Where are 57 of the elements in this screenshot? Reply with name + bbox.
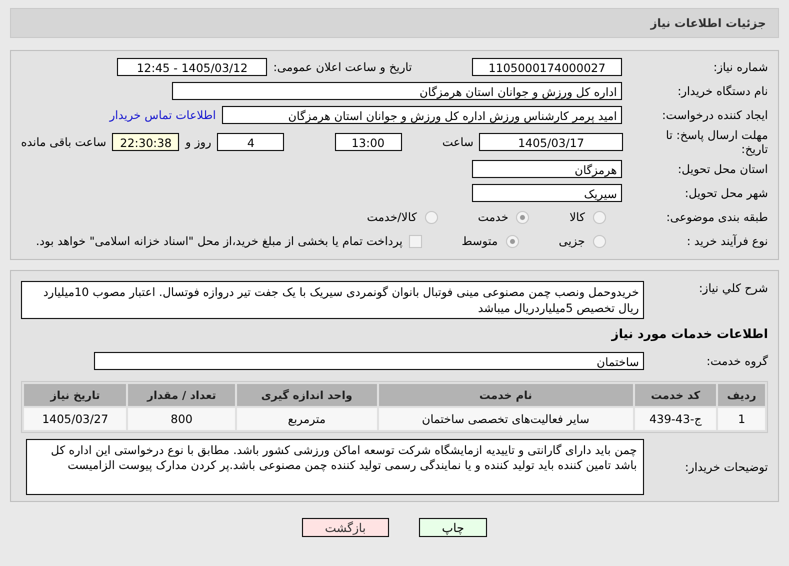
radio-button[interactable] [424,210,438,224]
buyer-notes-field: چمن باید دارای گارانتی و تاییدیه ازمایشگاه شرکت توسعه اماکن ورزشی کشور باشد. مطابق با نوع درخواستی این اداره کل باشد تامین کننده باید تولید کننده و یا نمایندگی رسمی تولید کننده چمن مصنوعی باشد.پر کردن مدارک پیوست الزامیست [26,439,644,495]
column-header: تعداد / مقدار [128,384,235,406]
province-field: هرمزگان [472,160,622,178]
field-label: ایجاد کننده درخواست: [661,108,768,122]
column-header: تاریخ نیاز [24,384,126,406]
radio-label: جزیی [558,234,585,248]
city-field: سیریک [472,184,622,202]
field-label: طبقه بندی موضوعی: [665,210,768,224]
field-label: شرح کلي نیاز: [698,281,768,295]
need-number-field: 1105000174000027 [472,58,622,76]
radio-button[interactable] [593,234,606,248]
field-label: مهلت ارسال پاسخ: تا تاریخ: [664,128,768,156]
requester-field: امید پرمر کارشناس ورزش اداره کل ورزش و جوانان استان هرمزگان [222,106,622,124]
deadline-date-field: 1405/03/17 [479,133,623,151]
description-field: خریدوحمل ونصب چمن مصنوعی مینی فوتبال بانوان گونمردی سیریک با یک جفت تیر دروازه فوتسال. اعتبار مصوب 10میلیارد ریال تخصیص 5میلیاردریال میباشد [21,281,644,319]
column-header: واحد اندازه گیری [236,384,377,406]
field-label: توضیحات خریدار: [684,460,768,474]
field-label: ساعت [442,135,474,149]
announce-date-field: 1405/03/12 - 12:45 [117,58,268,76]
radio-label: کالا [569,210,585,224]
radio-label: خدمت [478,210,508,224]
table-cell: 800 [128,408,235,430]
service-group-field: ساختمان [94,352,644,370]
radio-button[interactable] [593,210,606,224]
column-header: کد خدمت [634,384,716,406]
field-label: نام دستگاه خریدار: [676,84,768,98]
radio-button[interactable] [506,234,519,248]
remaining-time-field: 22:30:38 [112,133,180,151]
days-field: 4 [217,133,284,151]
treasury-note: پرداخت تمام یا بخشی از مبلغ خرید،از محل "اسناد خزانه اسلامی" خواهد بود. [36,234,403,248]
field-label: ساعت باقی مانده [20,135,106,149]
field-label: گروه خدمت: [705,354,768,368]
deadline-time-field: 13:00 [334,133,402,151]
checkbox[interactable] [408,234,422,248]
section-title: اطلاعات خدمات مورد نیاز [612,326,768,340]
radio-label: متوسط [462,234,498,248]
table-cell: مترمربع [236,408,377,430]
buyer-contact-link[interactable]: اطلاعات تماس خریدار [109,108,216,122]
field-label: نوع فرآیند خرید : [686,234,768,248]
column-header: نام خدمت [378,384,633,406]
radio-button[interactable] [516,210,530,224]
table-cell: 1 [718,408,765,430]
radio-label: کالا/خدمت [366,210,417,224]
column-header: ردیف [718,384,765,406]
print-button[interactable]: چاپ [418,518,488,537]
field-label: استان محل تحویل: [676,162,768,176]
field-label: روز و [185,135,212,149]
field-label: شماره نیاز: [712,60,768,74]
table-cell: ج-43-439 [634,408,716,430]
buyer-org-field: اداره کل ورزش و جوانان استان هرمزگان [172,82,622,100]
back-button[interactable]: بازگشت [302,518,389,537]
field-label: تاریخ و ساعت اعلان عمومی: [273,60,412,74]
table-cell: سایر فعالیت‌های تخصصی ساختمان [378,408,633,430]
table-cell: 1405/03/27 [24,408,126,430]
field-label: شهر محل تحویل: [684,186,768,200]
page-title: جزئیات اطلاعات نیاز [650,16,766,30]
